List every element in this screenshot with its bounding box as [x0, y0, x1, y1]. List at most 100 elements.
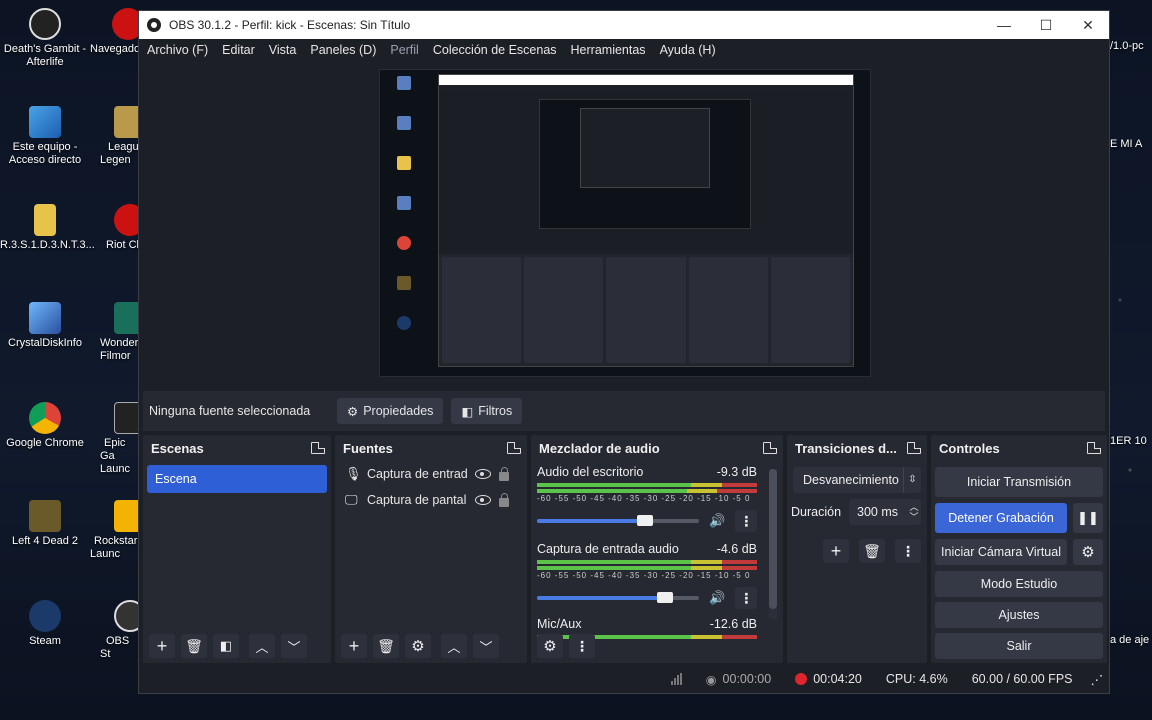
record-row: Detener Grabación ❚❚ [935, 503, 1103, 533]
desktop-icon-label: Navegado [90, 43, 141, 55]
menu-herramientas[interactable]: Herramientas [571, 43, 646, 57]
desktop-icon-league[interactable]: League Legen [100, 106, 146, 167]
chevron-down-icon: ﹀ [479, 639, 493, 655]
preview-desktop-icon [384, 76, 424, 102]
preview-desktop-icon [384, 316, 424, 342]
undock-icon[interactable] [763, 442, 777, 454]
menu-vista[interactable]: Vista [269, 43, 297, 57]
scene-item[interactable]: Escena [147, 465, 327, 493]
maximize-button[interactable]: ☐ [1025, 11, 1067, 39]
channel-menu-button[interactable]: ⋮ [735, 510, 757, 532]
add-source-button[interactable]: + [341, 634, 367, 658]
duration-label: Duración [791, 505, 842, 519]
title-bar: OBS 30.1.2 - Perfil: kick - Escenas: Sin… [139, 11, 1109, 39]
desktop-icon-label: OBS St [100, 635, 130, 660]
plus-icon: + [830, 540, 842, 561]
menu-ayuda[interactable]: Ayuda (H) [660, 43, 716, 57]
source-item-audio-input[interactable]: 🎙 Captura de entrada de audio [335, 461, 527, 487]
transition-buttons: + 🗑 ⋮ [823, 539, 927, 563]
menu-archivo[interactable]: Archivo (F) [147, 43, 208, 57]
properties-button[interactable]: ⚙ Propiedades [337, 398, 444, 424]
eye-icon[interactable] [475, 495, 491, 505]
lock-icon[interactable] [499, 466, 509, 481]
move-source-up-button[interactable]: ︿ [441, 634, 467, 658]
mixer-menu-button[interactable]: ⋮ [569, 634, 595, 658]
channel-menu-button[interactable]: ⋮ [735, 587, 757, 609]
record-time: 00:04:20 [813, 672, 862, 686]
signal-bars-icon [670, 673, 682, 685]
stop-recording-button[interactable]: Detener Grabación [935, 503, 1067, 533]
eye-icon[interactable] [475, 469, 491, 479]
volume-slider[interactable] [537, 592, 700, 603]
add-scene-button[interactable]: + [149, 634, 175, 658]
exit-button[interactable]: Salir [935, 633, 1103, 659]
stream-icon: ◉ [705, 672, 717, 687]
filters-button[interactable]: ◧ Filtros [451, 398, 523, 424]
undock-icon[interactable] [1087, 442, 1101, 454]
desktop-icon-filmora[interactable]: Wonder Filmor [100, 302, 146, 363]
record-status: 00:04:20 [783, 672, 874, 686]
scene-filters-button[interactable]: ◧ [213, 634, 239, 658]
advanced-audio-button[interactable]: ⚙ [537, 634, 563, 658]
desktop-icon-left4dead2[interactable]: Left 4 Dead 2 [0, 500, 90, 548]
steam-icon [29, 600, 61, 632]
desktop-icon-folder[interactable]: R.3.S.1.D.3.N.T.3... [0, 204, 95, 252]
desktop-icon-epic[interactable]: Epic Ga Launc [100, 402, 146, 476]
source-toolbar: Ninguna fuente seleccionada ⚙ Propiedade… [143, 391, 1105, 431]
filter-icon: ◧ [461, 404, 474, 419]
speaker-icon[interactable]: 🔊 [709, 590, 725, 606]
virtual-camera-settings-button[interactable]: ⚙ [1073, 539, 1103, 565]
volume-meter [537, 483, 757, 487]
studio-mode-button[interactable]: Modo Estudio [935, 571, 1103, 597]
source-item-screen-capture[interactable]: 🖵 Captura de pantalla [335, 487, 527, 513]
start-streaming-button[interactable]: Iniciar Transmisión [935, 467, 1103, 497]
desktop-icon-obs[interactable]: OBS St [100, 600, 146, 661]
desktop-icon-deaths-gambit[interactable]: Death's Gambit - Afterlife [0, 8, 90, 69]
source-properties-button[interactable]: ⚙ [405, 634, 431, 658]
desktop-icon-rockstar[interactable]: Rockstar Launc [90, 500, 146, 561]
remove-scene-button[interactable]: 🗑 [181, 634, 207, 658]
network-status [659, 673, 694, 685]
undock-icon[interactable] [311, 442, 325, 454]
menu-perfil[interactable]: Perfil [390, 43, 418, 57]
desktop-icon-este-equipo[interactable]: Este equipo - Acceso directo [0, 106, 90, 167]
close-button[interactable]: ✕ [1067, 11, 1109, 39]
speaker-icon[interactable]: 🔊 [709, 513, 725, 529]
resize-grip-icon[interactable]: ⋰ [1085, 672, 1110, 687]
desktop-icon-navegador[interactable]: Navegado [82, 8, 144, 56]
preview-nested-obs [438, 74, 854, 367]
desktop-icon-crystaldiskinfo[interactable]: CrystalDiskInfo [0, 302, 90, 350]
desktop-icon-label: CrystalDiskInfo [8, 337, 82, 349]
start-virtual-camera-button[interactable]: Iniciar Cámara Virtual [935, 539, 1067, 565]
transition-select[interactable]: Desvanecimiento ⇳ [793, 467, 921, 493]
remove-source-button[interactable]: 🗑 [373, 634, 399, 658]
volume-slider[interactable] [537, 515, 700, 526]
menu-paneles[interactable]: Paneles (D) [310, 43, 376, 57]
desktop-icon-steam[interactable]: Steam [0, 600, 90, 648]
menu-bar: Archivo (F) Editar Vista Paneles (D) Per… [139, 39, 1109, 61]
preview-canvas[interactable] [379, 69, 871, 377]
transition-menu-button[interactable]: ⋮ [895, 539, 921, 563]
move-source-down-button[interactable]: ﹀ [473, 634, 499, 658]
add-transition-button[interactable]: + [823, 539, 849, 563]
trash-icon: 🗑 [863, 542, 881, 559]
move-scene-up-button[interactable]: ︿ [249, 634, 275, 658]
menu-editar[interactable]: Editar [222, 43, 255, 57]
desktop-icon-label: Steam [29, 635, 61, 647]
pause-recording-button[interactable]: ❚❚ [1073, 503, 1103, 533]
menu-coleccion-escenas[interactable]: Colección de Escenas [433, 43, 557, 57]
desktop-icon-riot[interactable]: Riot Cl [100, 204, 146, 252]
meter-scale: -60 -55 -50 -45 -40 -35 -30 -25 -20 -15 … [537, 494, 751, 503]
remove-transition-button[interactable]: 🗑 [859, 539, 885, 563]
mixer-footer: ⚙ ⋮ [531, 629, 783, 663]
mixer-header: Mezclador de audio [531, 435, 783, 461]
move-scene-down-button[interactable]: ﹀ [281, 634, 307, 658]
mixer-scrollbar[interactable] [769, 469, 777, 619]
lock-icon[interactable] [499, 492, 509, 507]
desktop-icon-chrome[interactable]: Google Chrome [0, 402, 90, 450]
settings-button[interactable]: Ajustes [935, 602, 1103, 628]
undock-icon[interactable] [907, 442, 921, 454]
duration-spinbox[interactable]: 300 ms ︿ ﹀ [849, 499, 921, 525]
minimize-button[interactable]: — [983, 11, 1025, 39]
undock-icon[interactable] [507, 442, 521, 454]
